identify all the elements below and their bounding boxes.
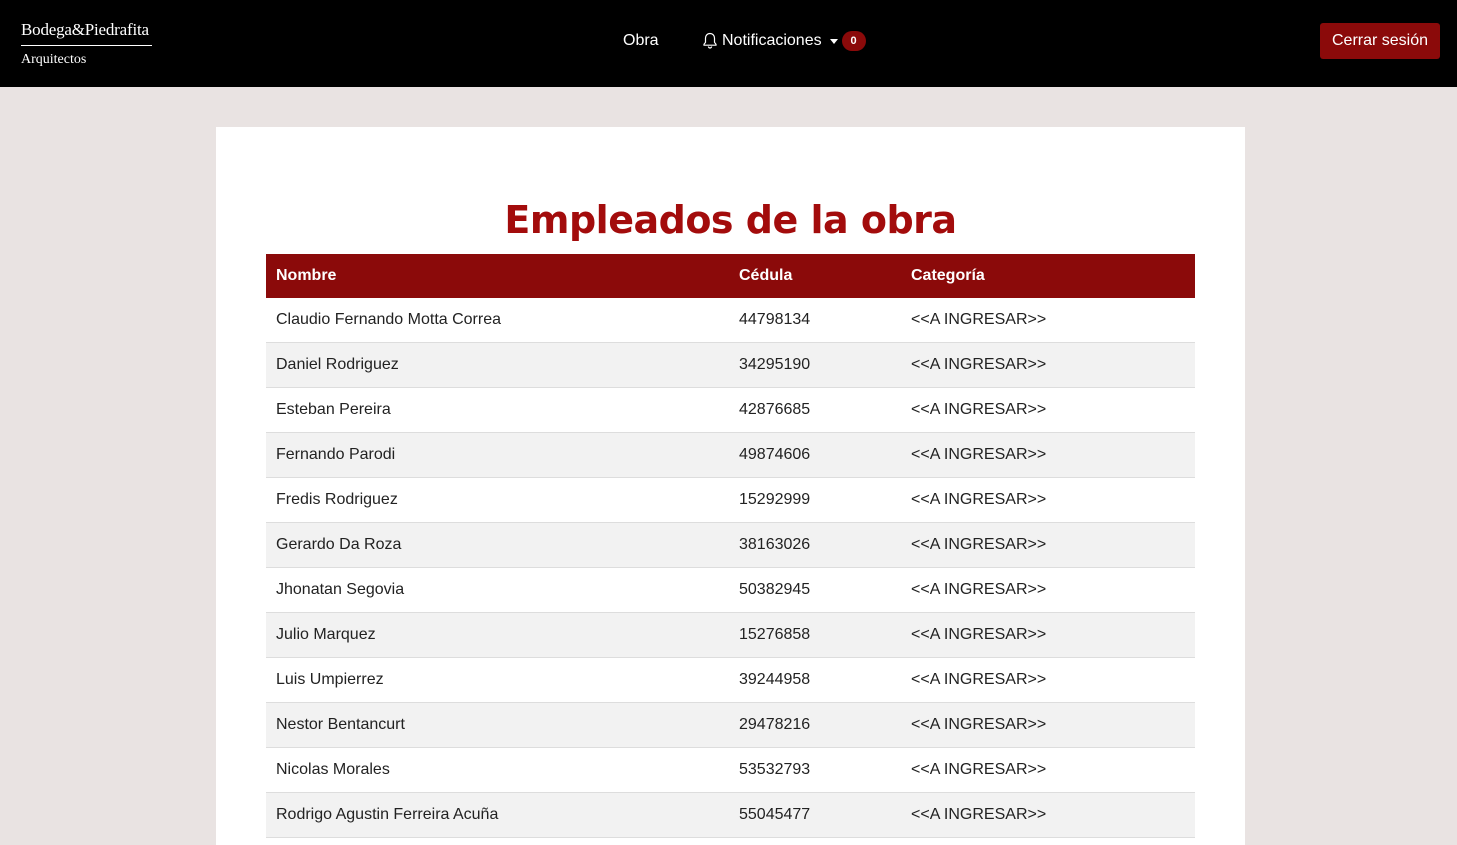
cell-cedula: 55045477 [729, 792, 901, 838]
table-row: Nicolas Morales 53532793 <<A INGRESAR>> [266, 747, 1195, 793]
cell-categoria: <<A INGRESAR>> [901, 747, 1195, 793]
cell-categoria: <<A INGRESAR>> [901, 567, 1195, 613]
cell-categoria: <<A INGRESAR>> [901, 387, 1195, 433]
cell-nombre: Gerardo Da Roza [266, 522, 729, 568]
cell-nombre: Nicolas Morales [266, 747, 729, 793]
logo-bottom-text: Arquitectos [21, 52, 87, 67]
cell-cedula: 39244958 [729, 657, 901, 703]
table-row: Gerardo Da Roza 38163026 <<A INGRESAR>> [266, 522, 1195, 568]
cell-cedula: 42876685 [729, 387, 901, 433]
brand-logo[interactable]: Bodega&Piedrafita Arquitectos [21, 19, 152, 70]
caret-down-icon [829, 39, 838, 44]
cell-cedula: 29478216 [729, 702, 901, 748]
cell-categoria: <<A INGRESAR>> [901, 477, 1195, 523]
table-row: Esteban Pereira 42876685 <<A INGRESAR>> [266, 387, 1195, 433]
cell-cedula: 44798134 [729, 298, 901, 343]
cell-nombre: Fredis Rodriguez [266, 477, 729, 523]
cell-nombre: Jhonatan Segovia [266, 567, 729, 613]
cell-categoria: <<A INGRESAR>> [901, 298, 1195, 343]
notifications-label: Notificaciones [722, 32, 822, 49]
cell-nombre: Nestor Bentancurt [266, 702, 729, 748]
table-row: Nestor Bentancurt 29478216 <<A INGRESAR>… [266, 702, 1195, 748]
cell-categoria: <<A INGRESAR>> [901, 522, 1195, 568]
table-row: Fredis Rodriguez 15292999 <<A INGRESAR>> [266, 477, 1195, 523]
top-navbar: Bodega&Piedrafita Arquitectos Obra Notif… [0, 0, 1457, 87]
cell-cedula: 15276858 [729, 612, 901, 658]
column-header-categoria: Categoría [901, 254, 1195, 298]
notifications-count-badge: 0 [841, 31, 866, 51]
bell-icon [703, 32, 717, 49]
cell-nombre: Julio Marquez [266, 612, 729, 658]
cell-categoria: <<A INGRESAR>> [901, 792, 1195, 838]
logo-divider [21, 45, 152, 46]
column-header-nombre: Nombre [266, 254, 729, 298]
cell-cedula: 38163026 [729, 522, 901, 568]
cell-cedula: 15292999 [729, 477, 901, 523]
nav-link-obra[interactable]: Obra [623, 31, 659, 51]
cell-nombre: Luis Umpierrez [266, 657, 729, 703]
notifications-dropdown[interactable]: Notificaciones 0 [702, 31, 866, 51]
logout-button[interactable]: Cerrar sesión [1320, 23, 1440, 59]
page-title: Empleados de la obra [504, 198, 957, 242]
cell-nombre: Fernando Parodi [266, 432, 729, 478]
cell-nombre: Claudio Fernando Motta Correa [266, 298, 729, 343]
cell-nombre: Esteban Pereira [266, 387, 729, 433]
cell-cedula: 53532793 [729, 747, 901, 793]
logo-top-text: Bodega&Piedrafita [21, 20, 149, 39]
table-row: Julio Marquez 15276858 <<A INGRESAR>> [266, 612, 1195, 658]
table-row: Fernando Parodi 49874606 <<A INGRESAR>> [266, 432, 1195, 478]
employees-table: Nombre Cédula Categoría Claudio Fernando… [266, 254, 1195, 838]
cell-cedula: 50382945 [729, 567, 901, 613]
cell-categoria: <<A INGRESAR>> [901, 702, 1195, 748]
table-row: Claudio Fernando Motta Correa 44798134 <… [266, 298, 1195, 343]
cell-cedula: 34295190 [729, 342, 901, 388]
cell-categoria: <<A INGRESAR>> [901, 657, 1195, 703]
table-row: Jhonatan Segovia 50382945 <<A INGRESAR>> [266, 567, 1195, 613]
column-header-cedula: Cédula [729, 254, 901, 298]
table-row: Daniel Rodriguez 34295190 <<A INGRESAR>> [266, 342, 1195, 388]
table-row: Luis Umpierrez 39244958 <<A INGRESAR>> [266, 657, 1195, 703]
cell-nombre: Rodrigo Agustin Ferreira Acuña [266, 792, 729, 838]
cell-categoria: <<A INGRESAR>> [901, 342, 1195, 388]
cell-nombre: Daniel Rodriguez [266, 342, 729, 388]
table-header-row: Nombre Cédula Categoría [266, 254, 1195, 298]
main-card: Empleados de la obra Nombre Cédula Categ… [216, 127, 1245, 845]
cell-categoria: <<A INGRESAR>> [901, 612, 1195, 658]
cell-cedula: 49874606 [729, 432, 901, 478]
cell-categoria: <<A INGRESAR>> [901, 432, 1195, 478]
table-row: Rodrigo Agustin Ferreira Acuña 55045477 … [266, 792, 1195, 838]
